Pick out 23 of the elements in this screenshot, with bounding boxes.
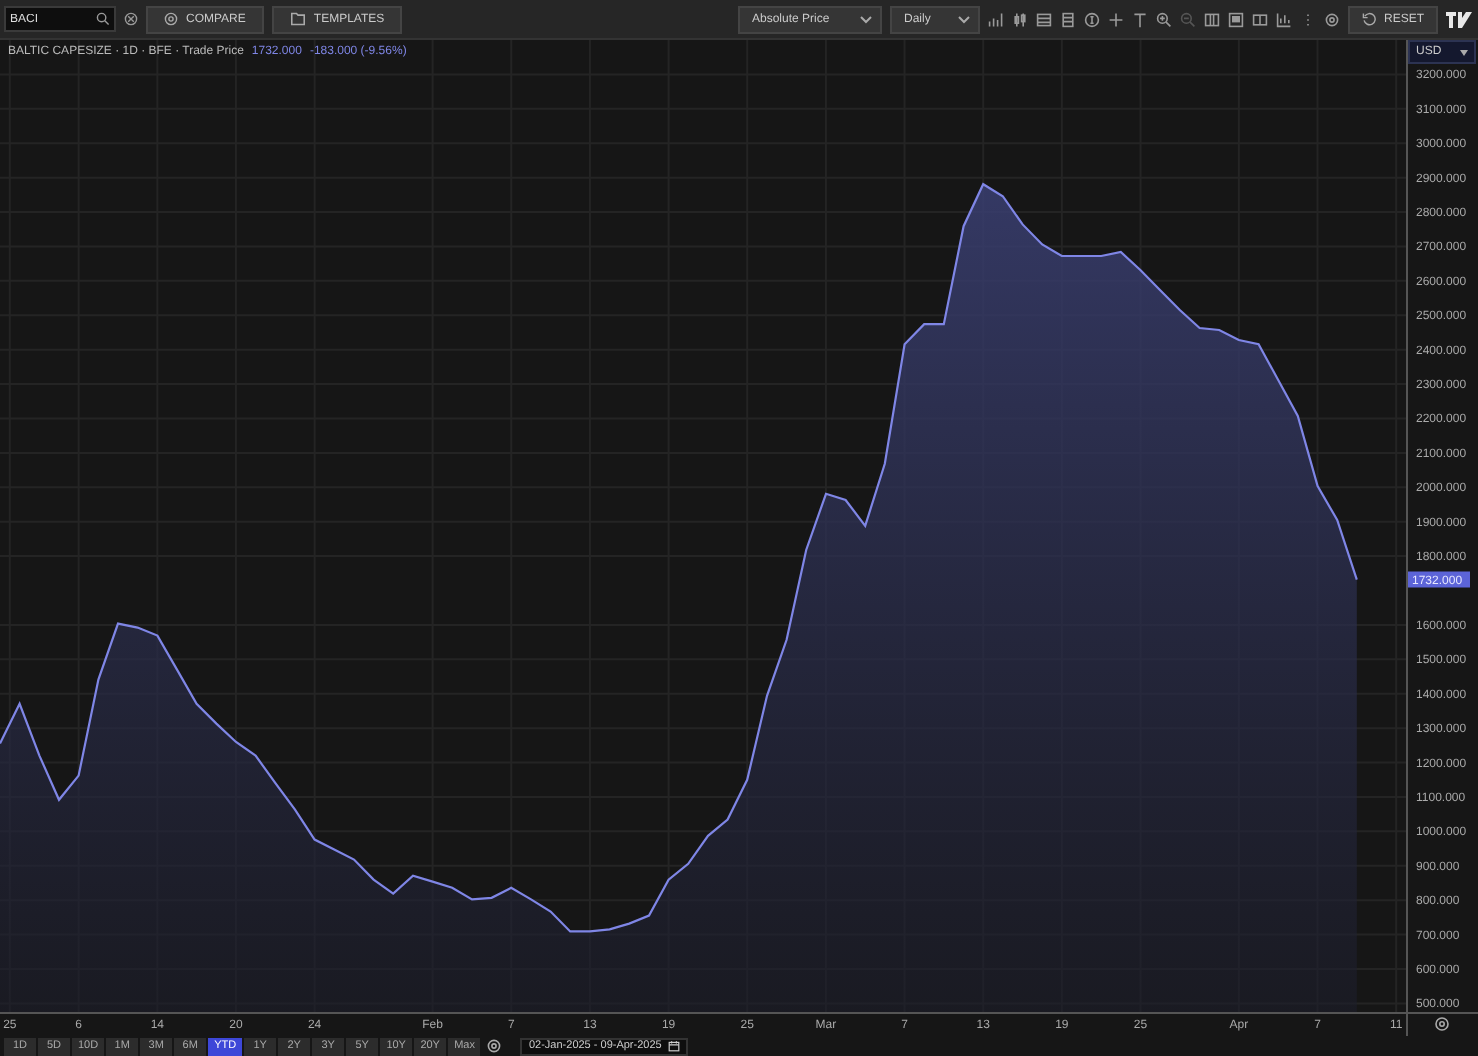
candlestick-icon[interactable] [1011,11,1028,27]
caret-down-icon [1460,49,1468,55]
target-icon [164,12,178,26]
panel-icon[interactable] [1227,11,1244,27]
chevron-down-icon [957,15,970,23]
zoom-in-icon[interactable] [1155,11,1172,27]
search-icon[interactable] [96,12,110,26]
split-view-icon[interactable] [1251,11,1268,27]
calendar-icon [667,1040,680,1052]
text-icon[interactable] [1131,11,1148,27]
settings-icon[interactable] [1435,1017,1449,1031]
crosshair-icon[interactable] [1107,11,1124,27]
settings-icon[interactable] [1323,11,1340,27]
chart-type-icon[interactable] [1275,11,1292,27]
bar-chart-icon[interactable] [987,11,1004,27]
logo-icon [1446,11,1474,27]
table-icon[interactable] [1035,11,1052,27]
reset-icon [1361,12,1376,26]
columns-icon[interactable] [1203,11,1220,27]
clear-icon[interactable] [124,12,138,26]
chevron-down-icon [859,15,872,23]
folder-icon [289,12,306,26]
settings-icon[interactable] [486,1038,503,1054]
